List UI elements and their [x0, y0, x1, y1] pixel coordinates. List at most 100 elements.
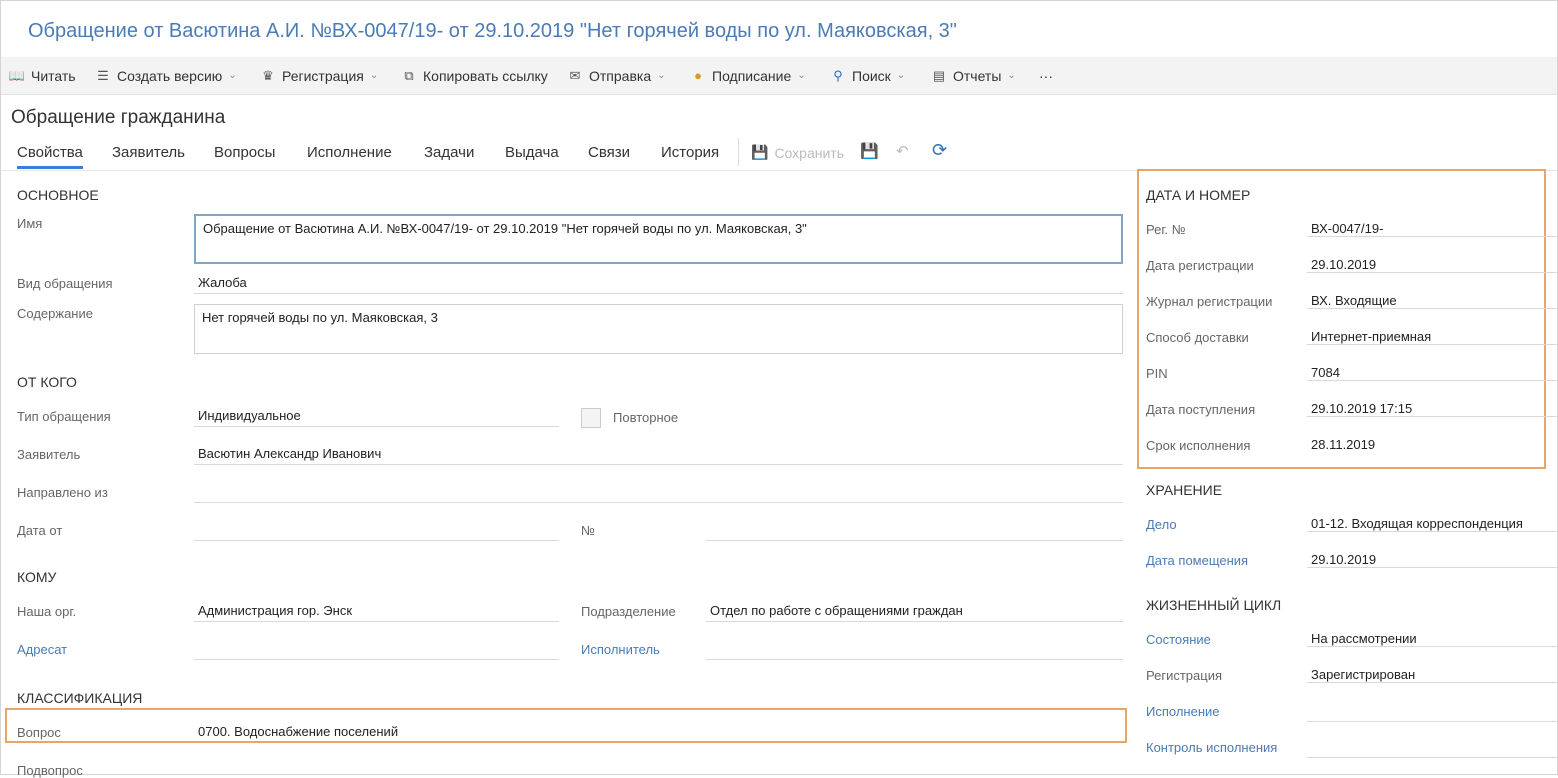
more-button[interactable]: ··· [1039, 57, 1053, 94]
copy-link-button[interactable]: ⧉ Копировать ссылку [401, 57, 548, 94]
chevron-down-icon: ⌄ [657, 70, 666, 81]
number-field[interactable] [706, 522, 1123, 541]
addressee-link[interactable]: Адресат [17, 642, 67, 657]
toolbar: 📖 Читать ☰ Создать версию ⌄ ♛ Регистраци… [1, 57, 1557, 95]
tab-history[interactable]: История [661, 144, 719, 161]
kind-label: Вид обращения [17, 276, 113, 291]
journal-label: Журнал регистрации [1146, 294, 1273, 309]
applicant-label: Заявитель [17, 447, 81, 462]
chevron-down-icon: ⌄ [369, 70, 379, 81]
section-from: ОТ КОГО [17, 374, 77, 390]
control-field[interactable] [1307, 739, 1557, 758]
save-icon: 💾 [751, 144, 769, 160]
our-org-field[interactable]: Администрация гор. Энск [194, 603, 559, 622]
department-field[interactable]: Отдел по работе с обращениями граждан [706, 603, 1123, 622]
read-button[interactable]: 📖 Читать [9, 57, 76, 94]
send-label: Отправка [589, 67, 652, 84]
state-field[interactable]: На рассмотрении [1307, 631, 1557, 647]
registration-button[interactable]: ♛ Регистрация ⌄ [260, 57, 378, 94]
date-from-label: Дата от [17, 523, 63, 538]
create-version-label: Создать версию [117, 67, 223, 84]
read-label: Читать [31, 67, 76, 84]
tab-links[interactable]: Связи [588, 144, 630, 161]
content-field[interactable]: Нет горячей воды по ул. Маяковская, 3 [194, 304, 1123, 354]
case-field[interactable]: 01-12. Входящая корреспонденция [1307, 516, 1557, 532]
executor-link[interactable]: Исполнитель [581, 642, 660, 657]
our-org-label: Наша орг. [17, 604, 77, 619]
registration-state-field[interactable]: Зарегистрирован [1307, 667, 1557, 683]
name-field[interactable]: Обращение от Васютина А.И. №ВХ-0047/19- … [194, 214, 1123, 264]
content-label: Содержание [17, 306, 93, 321]
send-button[interactable]: ✉ Отправка ⌄ [567, 57, 666, 94]
page-title: Обращение гражданина [11, 107, 226, 128]
type-field[interactable]: Индивидуальное [194, 408, 559, 427]
name-label: Имя [17, 216, 43, 231]
section-lifecycle: ЖИЗНЕННЫЙ ЦИКЛ [1146, 597, 1282, 613]
reg-date-label: Дата регистрации [1146, 258, 1254, 273]
chevron-down-icon: ⌄ [896, 70, 906, 81]
registration-label: Регистрация [282, 67, 364, 84]
executor-field[interactable] [706, 641, 1123, 660]
type-label: Тип обращения [17, 409, 111, 424]
save-button[interactable]: 💾 Сохранить [751, 144, 844, 161]
save-close-icon[interactable]: 💾 [860, 142, 879, 160]
book-icon: 📖 [8, 67, 26, 83]
reg-date-field[interactable]: 29.10.2019 [1307, 257, 1557, 273]
delivery-field[interactable]: Интернет-приемная [1307, 329, 1557, 345]
reports-button[interactable]: ▤ Отчеты ⌄ [931, 57, 1016, 94]
tab-applicant[interactable]: Заявитель [112, 144, 185, 161]
execution-link[interactable]: Исполнение [1146, 704, 1220, 719]
deadline-label: Срок исполнения [1146, 438, 1251, 453]
section-storage: ХРАНЕНИЕ [1146, 482, 1223, 498]
undo-icon[interactable]: ↶ [896, 142, 909, 160]
execution-field[interactable] [1307, 703, 1557, 722]
refresh-icon[interactable]: ⟳ [932, 140, 947, 161]
chart-icon: ▤ [932, 67, 946, 83]
tab-properties[interactable]: Свойства [17, 144, 83, 169]
deadline-field[interactable]: 28.11.2019 [1307, 437, 1557, 452]
chevron-down-icon: ⌄ [1007, 70, 1016, 81]
number-label: № [581, 523, 595, 538]
list-star-icon: ☰ [97, 67, 109, 83]
placed-date-link[interactable]: Дата помещения [1146, 553, 1248, 568]
received-field[interactable]: 29.10.2019 17:15 [1307, 401, 1557, 417]
control-link[interactable]: Контроль исполнения [1146, 740, 1277, 755]
section-date-number: ДАТА И НОМЕР [1146, 187, 1251, 203]
toolbar-divider [738, 138, 739, 166]
section-classification: КЛАССИФИКАЦИЯ [17, 690, 143, 706]
repeat-checkbox[interactable] [581, 408, 601, 428]
question-highlight [5, 708, 1127, 743]
window-title: Обращение от Васютина А.И. №ВХ-0047/19- … [28, 20, 957, 42]
sent-from-field[interactable] [194, 484, 1123, 503]
tab-questions[interactable]: Вопросы [214, 144, 275, 161]
sent-from-label: Направлено из [17, 485, 108, 500]
chevron-down-icon: ⌄ [228, 70, 237, 81]
copy-link-label: Копировать ссылку [423, 67, 548, 84]
search-label: Поиск [852, 67, 891, 84]
search-icon: ⚲ [833, 67, 843, 83]
placed-date-field[interactable]: 29.10.2019 [1307, 552, 1557, 568]
save-label: Сохранить [774, 144, 845, 161]
date-number-highlight [1137, 169, 1546, 469]
case-link[interactable]: Дело [1146, 517, 1177, 532]
date-from-field[interactable] [194, 522, 559, 541]
search-button[interactable]: ⚲ Поиск ⌄ [830, 57, 905, 94]
journal-field[interactable]: ВХ. Входящие [1307, 293, 1557, 309]
reg-no-field[interactable]: ВХ-0047/19- [1307, 221, 1557, 237]
sign-button[interactable]: ● Подписание ⌄ [690, 57, 806, 94]
pin-field[interactable]: 7084 [1307, 365, 1557, 381]
chevron-down-icon: ⌄ [797, 70, 806, 81]
copy-icon: ⧉ [404, 67, 414, 83]
more-label: ··· [1039, 67, 1053, 84]
tab-execution[interactable]: Исполнение [307, 144, 392, 161]
kind-field[interactable]: Жалоба [194, 275, 1123, 294]
tab-tasks[interactable]: Задачи [424, 144, 474, 161]
state-link[interactable]: Состояние [1146, 632, 1211, 647]
create-version-button[interactable]: ☰ Создать версию ⌄ [95, 57, 237, 94]
reports-label: Отчеты [953, 67, 1002, 84]
applicant-field[interactable]: Васютин Александр Иванович [194, 446, 1123, 465]
tab-issue[interactable]: Выдача [505, 144, 559, 161]
section-main: ОСНОВНОЕ [17, 187, 99, 203]
medal-icon: ● [694, 68, 702, 83]
addressee-field[interactable] [194, 641, 559, 660]
